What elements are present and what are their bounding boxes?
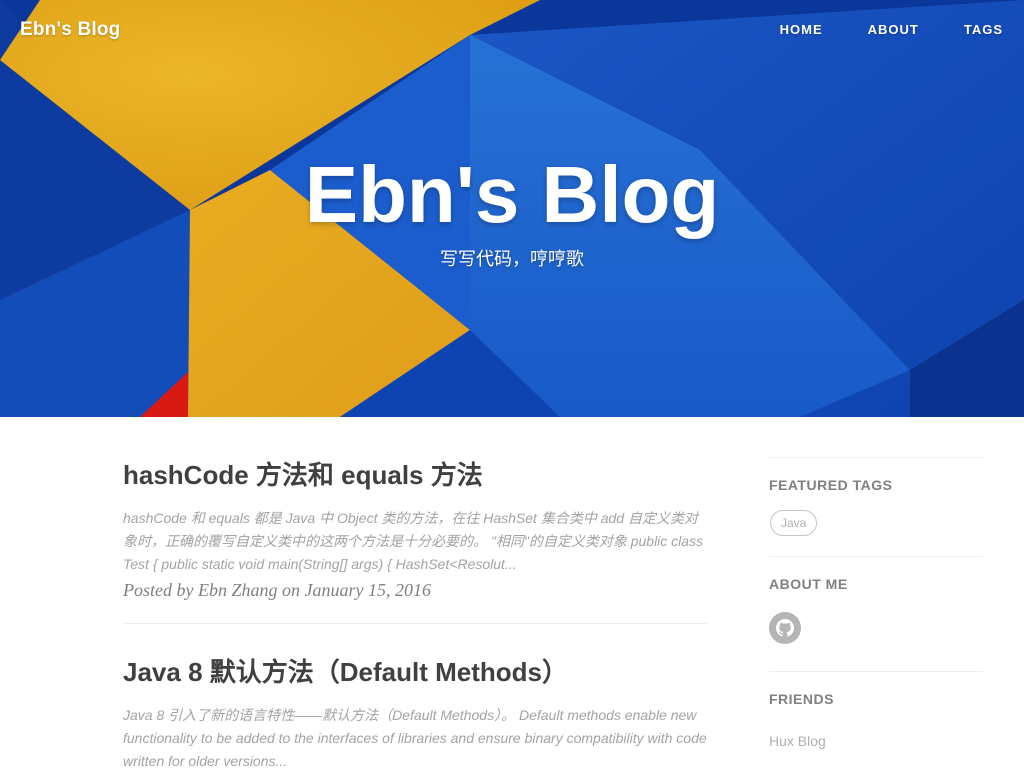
friends-heading: FRIENDS — [769, 691, 834, 707]
hero-title: Ebn's Blog — [304, 150, 720, 239]
featured-tags-heading: FEATURED TAGS — [769, 477, 893, 493]
nav-tags-link[interactable]: TAGS — [964, 22, 1003, 37]
about-me-section: ABOUT ME — [769, 556, 983, 671]
about-me-heading: ABOUT ME — [769, 576, 848, 592]
post-preview: Java 8 默认方法（Default Methods） Java 8 引入了新… — [123, 657, 707, 773]
featured-tags-section: FEATURED TAGS Java — [769, 457, 983, 556]
github-icon — [776, 619, 794, 637]
friends-section: FRIENDS Hux Blog — [769, 671, 983, 749]
post-divider — [123, 623, 707, 625]
post-preview: hashCode 方法和 equals 方法 hashCode 和 equals… — [123, 460, 707, 601]
post-title-link[interactable]: Java 8 默认方法（Default Methods） — [123, 657, 707, 688]
post-meta: Posted by Ebn Zhang on January 15, 2016 — [123, 580, 431, 601]
friend-link-hux-blog[interactable]: Hux Blog — [769, 733, 983, 749]
nav-home-link[interactable]: HOME — [780, 22, 823, 37]
post-title-link[interactable]: hashCode 方法和 equals 方法 — [123, 460, 707, 491]
github-link[interactable] — [769, 612, 801, 644]
top-nav: HOME ABOUT TAGS — [735, 22, 1003, 37]
post-excerpt[interactable]: hashCode 和 equals 都是 Java 中 Object 类的方法，… — [123, 507, 707, 576]
post-excerpt[interactable]: Java 8 引入了新的语言特性——默认方法（Default Methods）。… — [123, 704, 707, 773]
nav-about-link[interactable]: ABOUT — [868, 22, 919, 37]
post-list: hashCode 方法和 equals 方法 hashCode 和 equals… — [123, 460, 707, 773]
tag-java[interactable]: Java — [770, 510, 818, 536]
sidebar: FEATURED TAGS Java ABOUT ME FRIENDS Hux … — [769, 457, 983, 749]
hero-header: Ebn's Blog HOME ABOUT TAGS Ebn's Blog 写写… — [0, 0, 1024, 417]
hero-subtitle: 写写代码，哼哼歌 — [440, 249, 584, 269]
site-brand-link[interactable]: Ebn's Blog — [20, 19, 120, 41]
